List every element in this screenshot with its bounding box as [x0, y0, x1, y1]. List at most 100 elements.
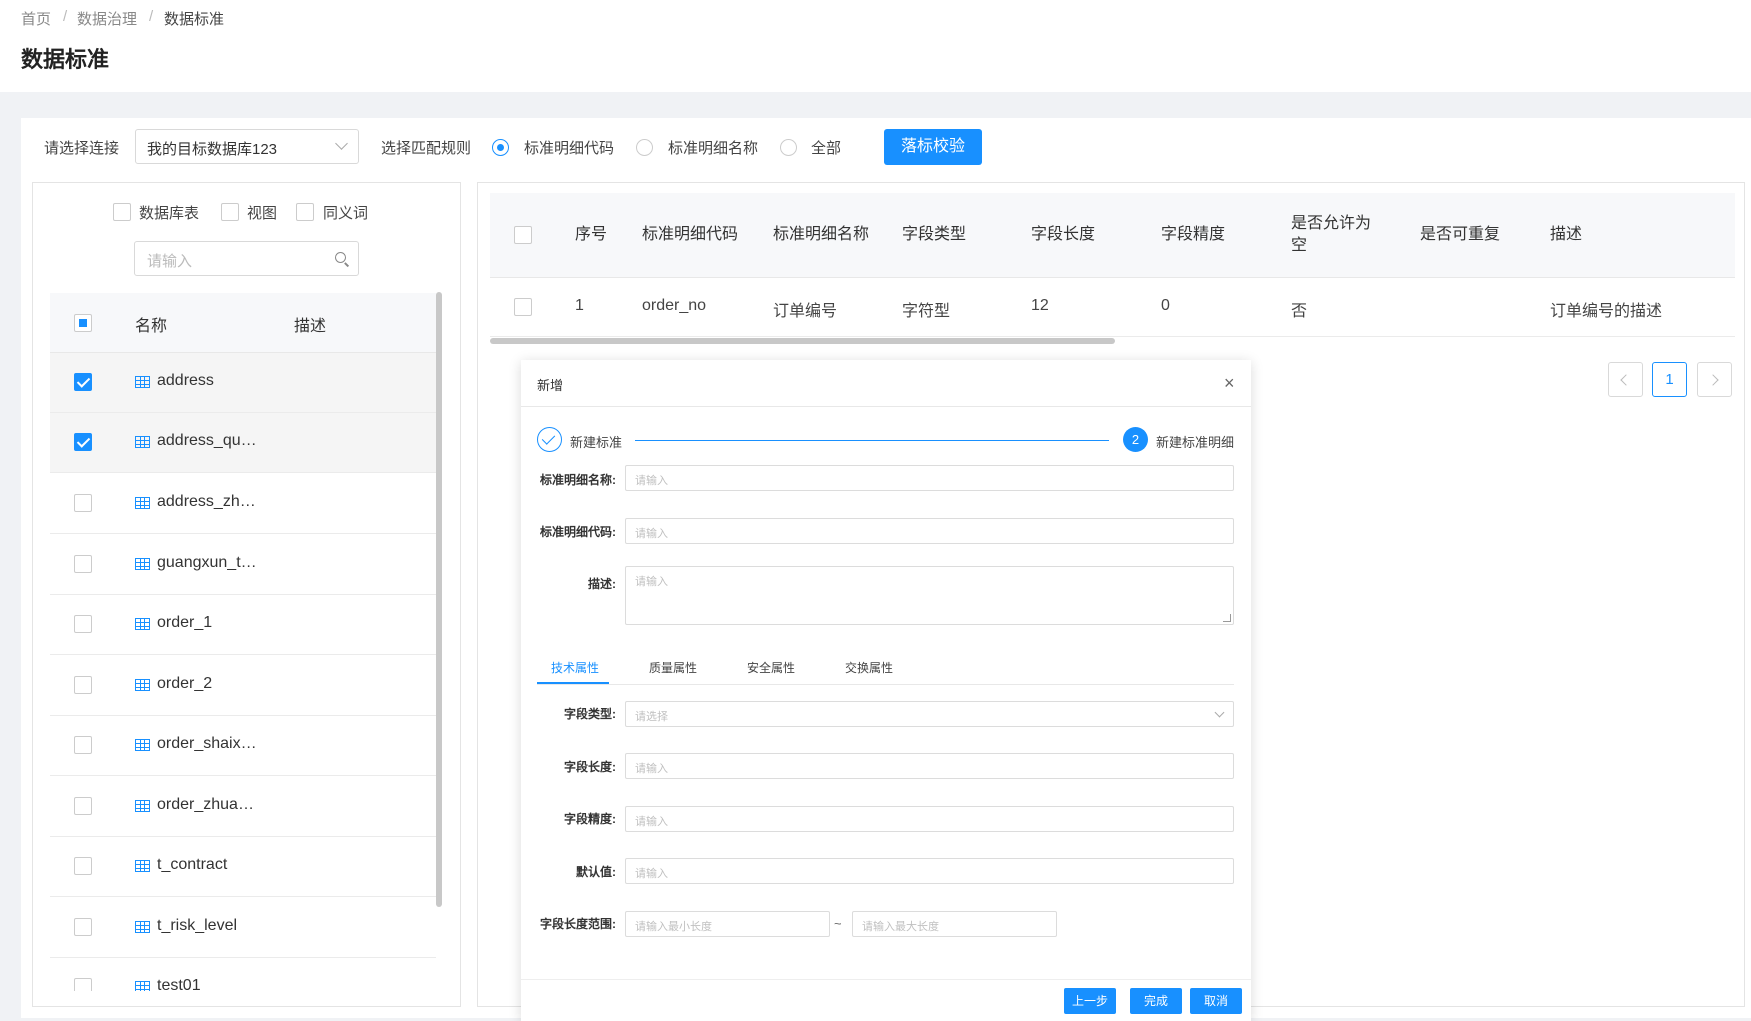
tree-row[interactable]: address_zh… [50, 474, 436, 534]
range-separator: ~ [834, 916, 842, 931]
close-icon[interactable]: × [1224, 374, 1235, 392]
detail-code-input[interactable]: 请输入 [625, 518, 1234, 544]
radio-rule-name-label[interactable]: 标准明细名称 [668, 137, 758, 158]
active-tab-indicator [537, 682, 609, 684]
grid-header-index: 序号 [575, 226, 608, 243]
tree-row[interactable]: t_risk_level [50, 898, 436, 958]
tree-row[interactable]: order_1 [50, 595, 436, 655]
previous-step-button[interactable]: 上一步 [1064, 988, 1116, 1014]
table-icon [135, 558, 150, 570]
radio-rule-all[interactable] [780, 139, 797, 156]
verify-standard-button[interactable]: 落标校验 [884, 129, 982, 165]
filter-view-label[interactable]: 视图 [247, 202, 277, 223]
dialog-title: 新增 [537, 378, 564, 393]
tree-row[interactable]: address_qu… [50, 413, 436, 473]
filter-synonym-checkbox[interactable] [296, 203, 314, 221]
grid-select-all-checkbox[interactable] [514, 226, 532, 244]
field-precision-input[interactable]: 请输入 [625, 806, 1234, 832]
row-name: address [157, 372, 214, 389]
field-precision-label: 字段精度: [564, 812, 616, 826]
grid-row-checkbox[interactable] [514, 298, 532, 316]
connection-select[interactable]: 我的目标数据库123 [135, 129, 359, 164]
pagination-next-button[interactable] [1697, 362, 1732, 397]
tree-row-clip: test01 [50, 958, 436, 991]
table-icon [135, 376, 150, 388]
table-icon [135, 497, 150, 509]
breadcrumb-data-governance[interactable]: 数据治理 [77, 8, 137, 29]
placeholder: 请输入最小长度 [635, 921, 712, 933]
table-search-input[interactable]: 请输入 [134, 241, 359, 276]
row-checkbox[interactable] [74, 797, 92, 815]
row-checkbox[interactable] [74, 433, 92, 451]
field-type-select[interactable]: 请选择 [625, 701, 1234, 727]
step-complete-icon [537, 427, 562, 452]
max-length-input[interactable]: 请输入最大长度 [852, 911, 1057, 937]
row-checkbox[interactable] [74, 857, 92, 875]
breadcrumb-current: 数据标准 [164, 11, 225, 28]
radio-rule-code[interactable] [492, 139, 509, 156]
tree-row[interactable]: order_shaix… [50, 716, 436, 776]
row-checkbox[interactable] [74, 978, 92, 991]
pagination-prev-button[interactable] [1608, 362, 1643, 397]
grid-cell-type: 字符型 [902, 303, 951, 320]
tab-divider [537, 684, 1234, 685]
radio-rule-name[interactable] [636, 139, 653, 156]
filter-table-checkbox[interactable] [113, 203, 131, 221]
placeholder: 请输入 [635, 576, 668, 588]
filter-synonym-label[interactable]: 同义词 [323, 202, 368, 223]
dialog-footer-divider [521, 979, 1251, 980]
select-all-checkbox[interactable] [74, 314, 92, 332]
tab-exchange[interactable]: 交换属性 [845, 659, 893, 676]
radio-rule-code-label[interactable]: 标准明细代码 [524, 137, 614, 158]
breadcrumb-separator: / [63, 8, 68, 25]
radio-rule-all-label[interactable]: 全部 [811, 137, 841, 158]
filter-view-checkbox[interactable] [221, 203, 239, 221]
filter-table-label[interactable]: 数据库表 [139, 202, 199, 223]
cancel-button[interactable]: 取消 [1190, 988, 1242, 1014]
grid-header-type: 字段类型 [902, 226, 967, 243]
detail-name-label: 标准明细名称: [540, 473, 616, 487]
row-checkbox[interactable] [74, 615, 92, 633]
field-length-input[interactable]: 请输入 [625, 753, 1234, 779]
tree-row[interactable]: address [50, 353, 436, 413]
detail-name-input[interactable]: 请输入 [625, 465, 1234, 491]
row-name: address_qu… [157, 432, 257, 449]
placeholder: 请输入 [635, 816, 668, 828]
row-checkbox[interactable] [74, 918, 92, 936]
resize-grip-icon[interactable] [1223, 614, 1231, 622]
tree-row[interactable]: t_contract [50, 837, 436, 897]
row-name: address_zh… [157, 493, 256, 510]
table-icon [135, 436, 150, 448]
row-checkbox[interactable] [74, 555, 92, 573]
description-textarea[interactable]: 请输入 [625, 566, 1234, 625]
tab-security[interactable]: 安全属性 [747, 659, 795, 676]
search-placeholder: 请输入 [147, 253, 193, 270]
tree-scrollbar[interactable] [436, 292, 442, 907]
min-length-input[interactable]: 请输入最小长度 [625, 911, 830, 937]
tree-header: 名称 描述 [50, 293, 436, 353]
grid-header-nullable: 是否允许为空 [1291, 215, 1372, 254]
tree-row[interactable]: guangxun_t… [50, 535, 436, 595]
grid-cell-desc: 订单编号的描述 [1550, 303, 1663, 320]
row-name: guangxun_t… [157, 554, 257, 571]
chevron-down-icon [1214, 707, 1225, 718]
row-checkbox[interactable] [74, 494, 92, 512]
row-checkbox[interactable] [74, 736, 92, 754]
row-name: t_risk_level [157, 917, 238, 934]
default-value-input[interactable]: 请输入 [625, 858, 1234, 884]
tree-row[interactable]: order_zhua… [50, 777, 436, 837]
tree-row[interactable]: test01 [50, 958, 436, 991]
grid-horizontal-scrollbar[interactable] [490, 338, 1115, 344]
breadcrumb-home[interactable]: 首页 [21, 8, 51, 29]
row-checkbox[interactable] [74, 676, 92, 694]
page-title: 数据标准 [21, 47, 110, 72]
pagination-page-1[interactable]: 1 [1652, 362, 1687, 397]
row-checkbox[interactable] [74, 373, 92, 391]
placeholder: 请输入 [635, 475, 668, 487]
tab-quality[interactable]: 质量属性 [649, 659, 697, 676]
step-1-label: 新建标准 [570, 435, 623, 450]
search-icon[interactable] [335, 252, 346, 263]
tree-row[interactable]: order_2 [50, 656, 436, 716]
finish-button[interactable]: 完成 [1130, 988, 1182, 1014]
tab-technical[interactable]: 技术属性 [551, 659, 599, 676]
